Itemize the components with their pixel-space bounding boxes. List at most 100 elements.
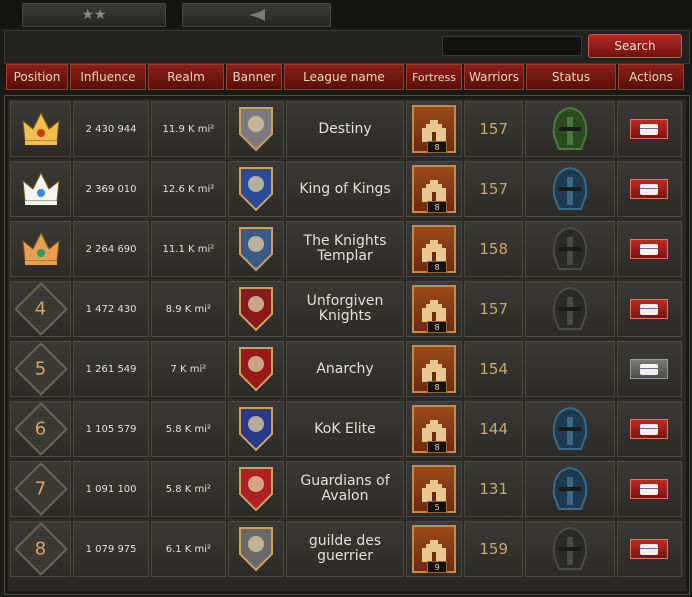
send-message-button[interactable] [630, 539, 669, 559]
search-input[interactable] [442, 36, 582, 56]
table-row[interactable]: 1 2 430 944 11.9 K mi² Destiny 8 157 [10, 101, 683, 157]
trumpet-icon [248, 9, 265, 21]
cell-banner[interactable] [228, 521, 284, 577]
send-message-button[interactable] [630, 479, 669, 499]
send-message-button[interactable] [630, 239, 669, 259]
league-banner-icon [238, 527, 273, 572]
cell-banner[interactable] [228, 161, 284, 217]
send-message-button[interactable] [630, 359, 669, 379]
fortress-level: 9 [427, 561, 448, 573]
cell-influence: 2 369 010 [73, 161, 149, 217]
cell-fortress: 9 [406, 521, 462, 577]
fortress-icon: 8 [412, 405, 457, 453]
header-banner[interactable]: Banner [226, 64, 282, 90]
fortress-level: 5 [427, 501, 448, 513]
cell-status [525, 101, 615, 157]
helmet-icon [552, 226, 588, 270]
cell-realm: 8.9 K mi² [150, 281, 227, 337]
cell-position: 1 [10, 101, 72, 157]
cell-league-name[interactable]: Destiny [285, 101, 405, 157]
cell-actions [616, 281, 683, 337]
position-number: 7 [34, 478, 47, 500]
mail-icon [640, 423, 659, 435]
mail-icon [640, 363, 659, 375]
league-banner-icon [238, 347, 273, 392]
cell-banner[interactable] [228, 221, 284, 277]
helmet-icon [552, 286, 588, 330]
cell-fortress: 8 [406, 341, 462, 397]
cell-league-name[interactable]: Unforgiven Knights [285, 281, 405, 337]
mail-icon [640, 483, 659, 495]
cell-league-name[interactable]: King of Kings [285, 161, 405, 217]
table-row[interactable]: 4 1 472 430 8.9 K mi² Unforgiven Knights… [10, 281, 683, 337]
stars-icon: ★★ [81, 7, 107, 23]
cell-league-name[interactable]: KoK Elite [285, 401, 405, 457]
search-button[interactable]: Search [588, 34, 682, 58]
fortress-icon: 5 [412, 465, 457, 513]
rank-diamond: 5 [13, 342, 68, 396]
cell-position: 3 [10, 221, 72, 277]
header-realm[interactable]: Realm [148, 64, 224, 90]
fortress-level: 8 [427, 441, 448, 453]
cell-actions [616, 101, 683, 157]
helmet-icon [552, 106, 588, 150]
tab-rankings[interactable]: ★★ [22, 3, 166, 27]
cell-status [525, 521, 615, 577]
send-message-button[interactable] [630, 299, 669, 319]
table-row[interactable]: 6 1 105 579 5.8 K mi² KoK Elite 8 144 [10, 401, 683, 457]
cell-influence: 1 079 975 [73, 521, 149, 577]
cell-banner[interactable] [228, 341, 284, 397]
send-message-button[interactable] [630, 419, 669, 439]
table-row[interactable]: 7 1 091 100 5.8 K mi² Guardians of Avalo… [10, 461, 683, 517]
cell-warriors: 144 [463, 401, 524, 457]
league-banner-icon [238, 467, 273, 512]
cell-league-name[interactable]: Anarchy [285, 341, 405, 397]
cell-warriors: 131 [463, 461, 524, 517]
cell-league-name[interactable]: The Knights Templar [285, 221, 405, 277]
cell-fortress: 8 [406, 401, 462, 457]
cell-banner[interactable] [228, 401, 284, 457]
fortress-icon: 8 [412, 345, 457, 393]
mail-icon [640, 183, 659, 195]
cell-position: 6 [10, 401, 72, 457]
table-row[interactable]: 5 1 261 549 7 K mi² Anarchy 8 154 [10, 341, 683, 397]
header-warriors[interactable]: Warriors [464, 64, 524, 90]
table-row[interactable]: 2 2 369 010 12.6 K mi² King of Kings 8 1… [10, 161, 683, 217]
league-banner-icon [238, 167, 273, 212]
cell-banner[interactable] [228, 461, 284, 517]
mail-icon [640, 123, 659, 135]
cell-status [525, 281, 615, 337]
header-actions[interactable]: Actions [618, 64, 684, 90]
position-number: 8 [34, 538, 47, 560]
cell-actions [616, 161, 683, 217]
header-fortress[interactable]: Fortress [406, 64, 462, 90]
header-position[interactable]: Position [6, 64, 68, 90]
cell-fortress: 5 [406, 461, 462, 517]
rank-diamond: 6 [13, 402, 68, 456]
fortress-level: 8 [427, 381, 448, 393]
helmet-icon [552, 526, 588, 570]
header-status[interactable]: Status [526, 64, 616, 90]
crown-silver-icon [22, 171, 60, 205]
cell-banner[interactable] [228, 101, 284, 157]
cell-status [525, 161, 615, 217]
fortress-level: 8 [427, 201, 448, 213]
table-row[interactable]: 8 1 079 975 6.1 K mi² guilde des guerrie… [10, 521, 683, 577]
send-message-button[interactable] [630, 119, 669, 139]
cell-influence: 1 472 430 [73, 281, 149, 337]
send-message-button[interactable] [630, 179, 669, 199]
table-row[interactable]: 3 2 264 690 11.1 K mi² The Knights Templ… [10, 221, 683, 277]
cell-realm: 12.6 K mi² [150, 161, 227, 217]
tab-trumpet[interactable] [182, 3, 331, 27]
cell-banner[interactable] [228, 281, 284, 337]
cell-fortress: 8 [406, 221, 462, 277]
cell-league-name[interactable]: guilde des guerrier [285, 521, 405, 577]
cell-actions [616, 521, 683, 577]
cell-warriors: 157 [463, 161, 524, 217]
header-influence[interactable]: Influence [70, 64, 146, 90]
cell-league-name[interactable]: Guardians of Avalon [285, 461, 405, 517]
header-league-name[interactable]: League name [284, 64, 404, 90]
cell-influence: 1 091 100 [73, 461, 149, 517]
cell-actions [616, 341, 683, 397]
cell-actions [616, 401, 683, 457]
